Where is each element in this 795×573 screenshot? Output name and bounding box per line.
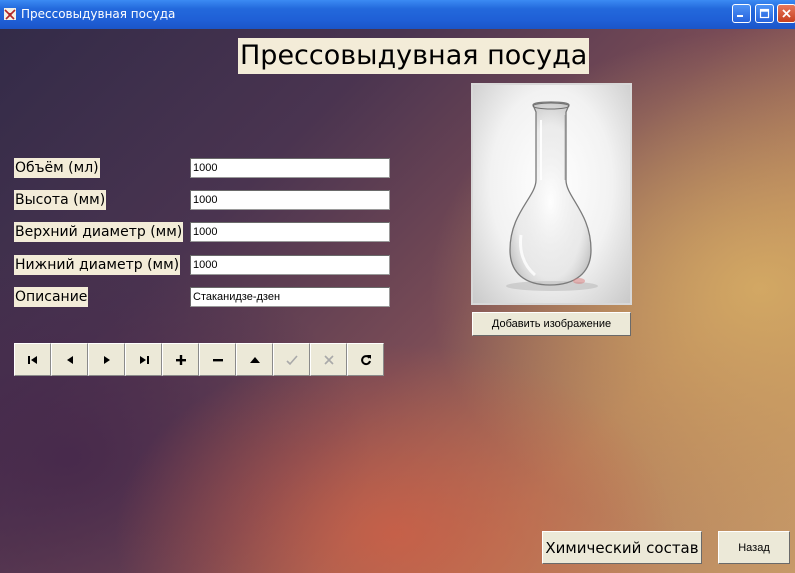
app-window: Прессовыдувная посуда Прессовыдувная пос… [0, 0, 795, 573]
page-title: Прессовыдувная посуда [238, 38, 590, 74]
height-field[interactable]: 1000 [190, 190, 390, 210]
edit-record-icon [249, 356, 260, 363]
bottom-diameter-field[interactable]: 1000 [190, 255, 390, 275]
chemical-composition-button[interactable]: Химический состав [542, 531, 702, 564]
edit-record-button[interactable] [236, 343, 273, 376]
insert-record-icon [175, 354, 186, 365]
maximize-button[interactable] [755, 4, 774, 23]
maximize-icon [759, 8, 770, 19]
last-record-button[interactable] [125, 343, 162, 376]
post-record-icon [285, 354, 298, 365]
top-diameter-label: Верхний диаметр (мм) [14, 222, 184, 242]
description-field[interactable]: Стаканидзе-дзен [190, 287, 390, 307]
prior-record-button[interactable] [51, 343, 88, 376]
delete-record-icon [212, 358, 223, 361]
volume-label: Объём (мл) [14, 158, 100, 178]
post-record-button[interactable] [273, 343, 310, 376]
add-image-button[interactable]: Добавить изображение [472, 312, 631, 336]
title-bar[interactable]: Прессовыдувная посуда [0, 0, 795, 29]
next-record-button[interactable] [88, 343, 125, 376]
top-diameter-field[interactable]: 1000 [190, 222, 390, 242]
close-icon [782, 9, 791, 18]
description-label: Описание [14, 287, 89, 307]
refresh-icon [360, 354, 371, 365]
first-record-icon [27, 355, 37, 364]
height-label: Высота (мм) [14, 190, 107, 210]
first-record-button[interactable] [14, 343, 51, 376]
next-record-icon [103, 355, 110, 364]
close-button[interactable] [777, 4, 795, 23]
window-title: Прессовыдувная посуда [21, 7, 176, 21]
db-navigator [14, 343, 384, 376]
minimize-button[interactable] [732, 4, 751, 23]
prior-record-icon [66, 355, 73, 364]
cancel-edit-button[interactable] [310, 343, 347, 376]
glass-flask-photo [471, 83, 632, 305]
last-record-icon [139, 355, 149, 364]
refresh-button[interactable] [347, 343, 384, 376]
form-client-area: Прессовыдувная посуда Объём (мл) 1000 Вы… [0, 29, 795, 573]
flask-image [506, 101, 598, 291]
volume-field[interactable]: 1000 [190, 158, 390, 178]
insert-record-button[interactable] [162, 343, 199, 376]
bottom-diameter-label: Нижний диаметр (мм) [14, 255, 181, 275]
back-button[interactable]: Назад [718, 531, 790, 564]
cancel-edit-icon [323, 354, 334, 365]
delete-record-button[interactable] [199, 343, 236, 376]
minimize-icon [737, 15, 743, 17]
app-icon [4, 8, 16, 20]
